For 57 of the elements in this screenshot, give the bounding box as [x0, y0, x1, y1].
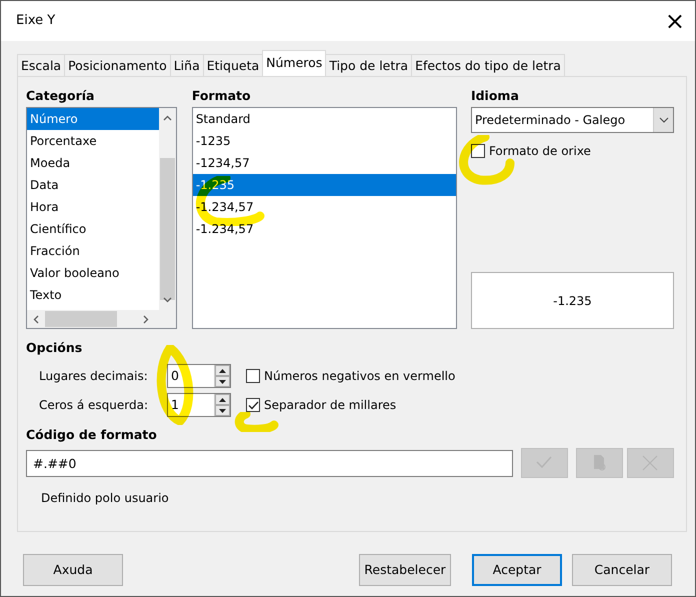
section-label: Código de formato	[26, 426, 157, 444]
list-item[interactable]: Número	[27, 108, 159, 130]
tab[interactable]: Etiqueta	[202, 54, 264, 76]
dialog-button[interactable]: Cancelar	[572, 554, 672, 586]
chevron-left-icon[interactable]	[32, 315, 41, 324]
list-item[interactable]: Valor booleano	[27, 262, 159, 284]
number-field[interactable]: 1	[168, 394, 214, 416]
horizontal-scrollbar[interactable]	[27, 310, 176, 328]
tab[interactable]: Escala	[17, 54, 66, 76]
spin-down-button[interactable]	[215, 376, 230, 387]
field-label: Ceros á esquerda:	[39, 397, 149, 414]
spin-up-button[interactable]	[215, 365, 230, 376]
checkbox-label[interactable]: Números negativos en vermello	[264, 367, 456, 385]
triangle-up-icon	[219, 398, 226, 402]
spin-up-button[interactable]	[215, 394, 230, 405]
list-item[interactable]: -1235	[192, 130, 456, 152]
spin-down-button[interactable]	[215, 405, 230, 416]
dialog-button[interactable]: Axuda	[23, 554, 123, 586]
list-item[interactable]: Texto	[27, 284, 159, 306]
checkbox-label[interactable]: Formato de orixe	[488, 142, 591, 160]
tab[interactable]: Efectos do tipo de letra	[411, 54, 565, 76]
tab[interactable]: Tipo de letra	[325, 54, 412, 76]
chevron-down-icon	[658, 117, 668, 123]
list-item[interactable]: Porcentaxe	[27, 130, 159, 152]
section-label: Formato	[192, 87, 251, 105]
field-label: Lugares decimais:	[39, 368, 149, 385]
checkbox[interactable]	[246, 369, 260, 383]
list-item[interactable]: Hora	[27, 196, 159, 218]
list-item[interactable]: -1234,57	[192, 152, 456, 174]
language-dropdown[interactable]: Predeterminado - Galego	[470, 107, 674, 133]
list-item[interactable]: Fracción	[27, 240, 159, 262]
note-text: Definido polo usuario	[40, 490, 170, 507]
dialog-button[interactable]: Aceptar	[472, 554, 562, 586]
window-title: Eixe Y	[16, 12, 56, 30]
triangle-up-icon	[219, 368, 226, 372]
chevron-up-icon[interactable]	[162, 114, 172, 123]
triangle-down-icon	[219, 408, 226, 412]
list-item[interactable]: Científico	[27, 218, 159, 240]
checkbox-label[interactable]: Separador de millares	[264, 396, 396, 414]
chevron-down-icon[interactable]	[162, 295, 172, 304]
chevron-right-icon[interactable]	[140, 315, 150, 324]
triangle-down-icon	[219, 380, 226, 384]
section-label: Opcións	[26, 339, 82, 357]
list-item[interactable]: -1.234,57	[192, 218, 456, 240]
list-item[interactable]: Moeda	[27, 152, 159, 174]
number-field[interactable]: 0	[168, 365, 214, 387]
section-label: Categoría	[26, 87, 94, 105]
format-code-field[interactable]: #.##0	[26, 450, 513, 476]
checkbox[interactable]	[246, 398, 260, 412]
vertical-scrollbar[interactable]	[158, 108, 176, 310]
list-item[interactable]: Data	[27, 174, 159, 196]
section-label: Idioma	[470, 87, 519, 105]
close-button[interactable]: ×	[660, 9, 689, 33]
dialog-button[interactable]: Restabelecer	[359, 554, 451, 586]
list-item[interactable]: Standard	[192, 108, 456, 130]
preview-box: -1.235	[470, 272, 674, 329]
tab[interactable]: Números	[262, 50, 326, 76]
